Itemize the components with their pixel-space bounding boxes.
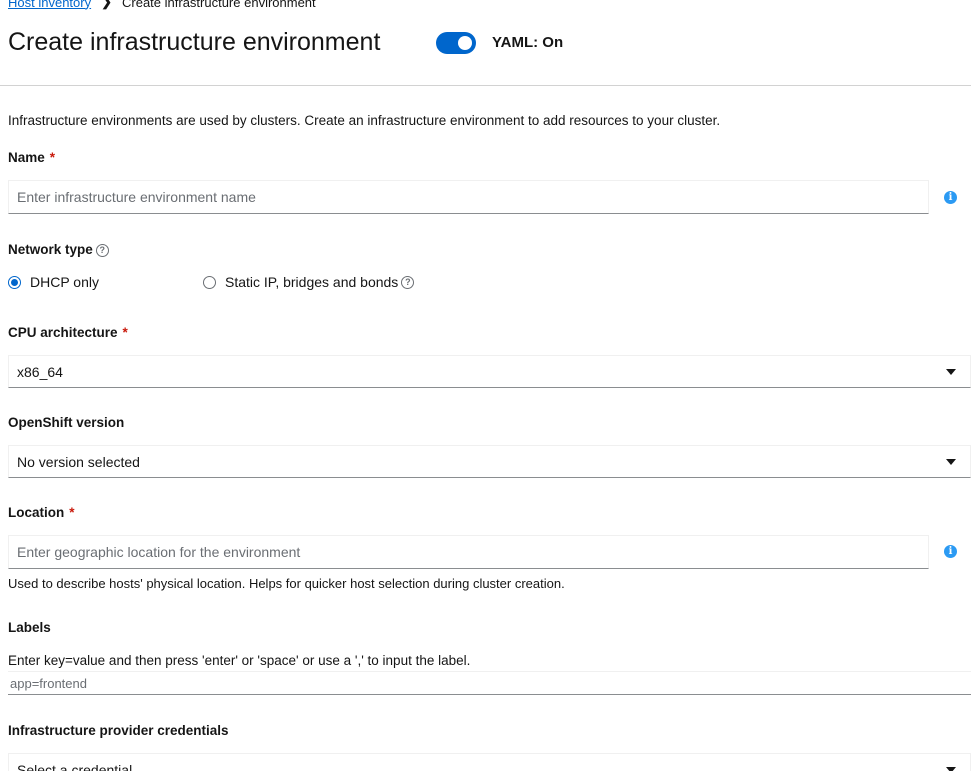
credentials-select[interactable]: Select a credential <box>8 753 971 771</box>
cpu-architecture-select[interactable]: x86_64 <box>8 355 971 388</box>
location-label: Location * <box>8 505 75 520</box>
openshift-version-value: No version selected <box>17 453 140 470</box>
caret-down-icon <box>946 368 956 375</box>
cpu-architecture-label: CPU architecture * <box>8 325 128 340</box>
name-label-text: Name <box>8 150 45 165</box>
radio-static-ip[interactable]: Static IP, bridges and bonds ? <box>203 274 415 290</box>
labels-helper-text: Enter key=value and then press 'enter' o… <box>8 653 471 668</box>
caret-down-icon <box>946 766 956 771</box>
credentials-select-placeholder: Select a credential <box>17 761 133 771</box>
required-marker: * <box>122 325 128 340</box>
info-icon[interactable]: i <box>944 545 957 558</box>
help-icon[interactable]: ? <box>95 243 109 257</box>
required-marker: * <box>69 505 75 520</box>
chevron-right-icon: ❯ <box>101 0 112 9</box>
name-input[interactable]: Enter infrastructure environment name <box>8 180 929 214</box>
openshift-version-select[interactable]: No version selected <box>8 445 971 478</box>
required-marker: * <box>49 150 56 165</box>
radio-static-label: Static IP, bridges and bonds <box>225 274 399 290</box>
labels-input[interactable]: app=frontend <box>8 671 971 695</box>
credentials-label: Infrastructure provider credentials <box>8 723 229 738</box>
help-icon[interactable]: ? <box>401 275 415 289</box>
location-input-placeholder: Enter geographic location for the enviro… <box>17 544 301 560</box>
openshift-version-label: OpenShift version <box>8 415 125 430</box>
radio-dhcp-label: DHCP only <box>30 274 99 290</box>
breadcrumb: Host inventory ❯ Create infrastructure e… <box>8 0 316 10</box>
breadcrumb-host-inventory-link[interactable]: Host inventory <box>8 0 91 10</box>
labels-label: Labels <box>8 620 51 635</box>
yaml-toggle-label: YAML: On <box>492 34 564 51</box>
cpu-architecture-label-text: CPU architecture <box>8 325 118 340</box>
caret-down-icon <box>946 458 956 465</box>
yaml-toggle[interactable] <box>436 32 476 54</box>
page-title: Create infrastructure environment <box>8 28 381 56</box>
network-type-label-text: Network type <box>8 242 93 257</box>
network-type-label: Network type? <box>8 242 109 257</box>
form-description: Infrastructure environments are used by … <box>8 113 721 128</box>
toggle-knob <box>458 36 472 50</box>
radio-dhcp-only[interactable]: DHCP only <box>8 274 99 290</box>
labels-input-placeholder: app=frontend <box>10 675 87 691</box>
info-icon[interactable]: i <box>944 191 957 204</box>
location-input[interactable]: Enter geographic location for the enviro… <box>8 535 929 569</box>
radio-selected-indicator <box>8 275 21 289</box>
location-helper-text: Used to describe hosts' physical locatio… <box>8 576 565 591</box>
cpu-architecture-value: x86_64 <box>17 363 63 380</box>
name-label: Name * <box>8 150 55 165</box>
breadcrumb-current: Create infrastructure environment <box>122 0 316 10</box>
location-label-text: Location <box>8 505 65 520</box>
header-divider <box>0 85 971 86</box>
name-input-placeholder: Enter infrastructure environment name <box>17 189 256 205</box>
radio-unselected-indicator <box>203 275 216 289</box>
